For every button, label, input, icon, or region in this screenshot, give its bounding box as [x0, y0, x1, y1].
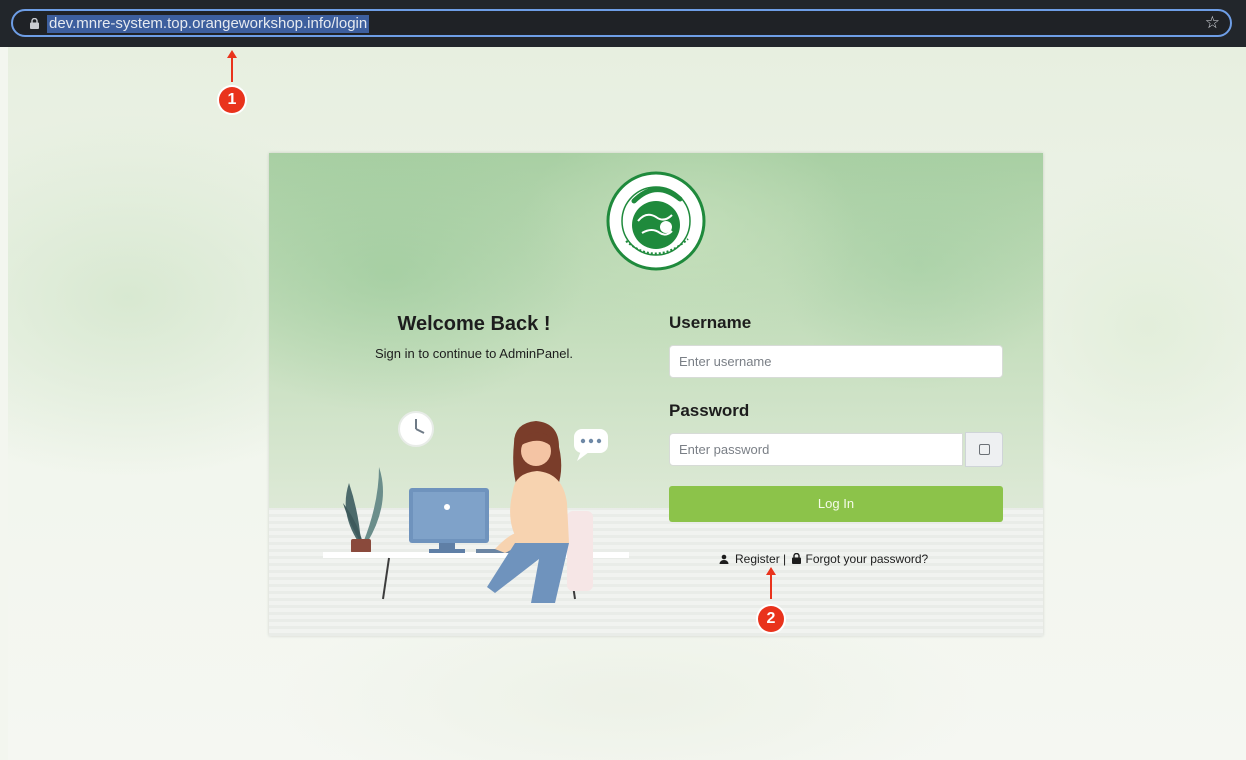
lock-icon: [30, 18, 39, 29]
password-input[interactable]: Enter password: [669, 433, 963, 466]
checkbox-icon: [979, 444, 990, 455]
username-label: Username: [669, 313, 752, 332]
annotation-arrow-1: [227, 50, 237, 82]
annotation-arrow-2: [766, 567, 776, 599]
login-card: Welcome Back ! Sign in to continue to Ad…: [269, 153, 1043, 636]
user-icon: [719, 554, 729, 564]
link-separator: |: [783, 552, 787, 566]
auth-links: Register | Forgot your password?: [719, 552, 928, 566]
workspace-illustration: [323, 411, 629, 603]
green-label-logo: [606, 171, 706, 271]
annotation-marker-1: 1: [219, 87, 245, 113]
star-icon[interactable]: ☆: [1205, 13, 1220, 33]
url-text[interactable]: dev.mnre-system.top.orangeworkshop.info/…: [47, 15, 370, 33]
browser-toolbar: dev.mnre-system.top.orangeworkshop.info/…: [0, 0, 1246, 47]
annotation-marker-2: 2: [758, 606, 784, 632]
welcome-title: Welcome Back !: [397, 313, 551, 335]
show-password-toggle[interactable]: [965, 432, 1003, 467]
lock-icon: [791, 552, 801, 564]
username-input[interactable]: Enter username: [669, 345, 1003, 378]
password-label: Password: [669, 401, 750, 420]
forgot-password-link[interactable]: Forgot your password?: [806, 552, 929, 566]
login-button[interactable]: Log In: [669, 486, 1003, 522]
welcome-subtitle: Sign in to continue to AdminPanel.: [374, 346, 574, 361]
register-link[interactable]: Register: [735, 552, 780, 566]
address-bar[interactable]: dev.mnre-system.top.orangeworkshop.info/…: [11, 9, 1232, 37]
